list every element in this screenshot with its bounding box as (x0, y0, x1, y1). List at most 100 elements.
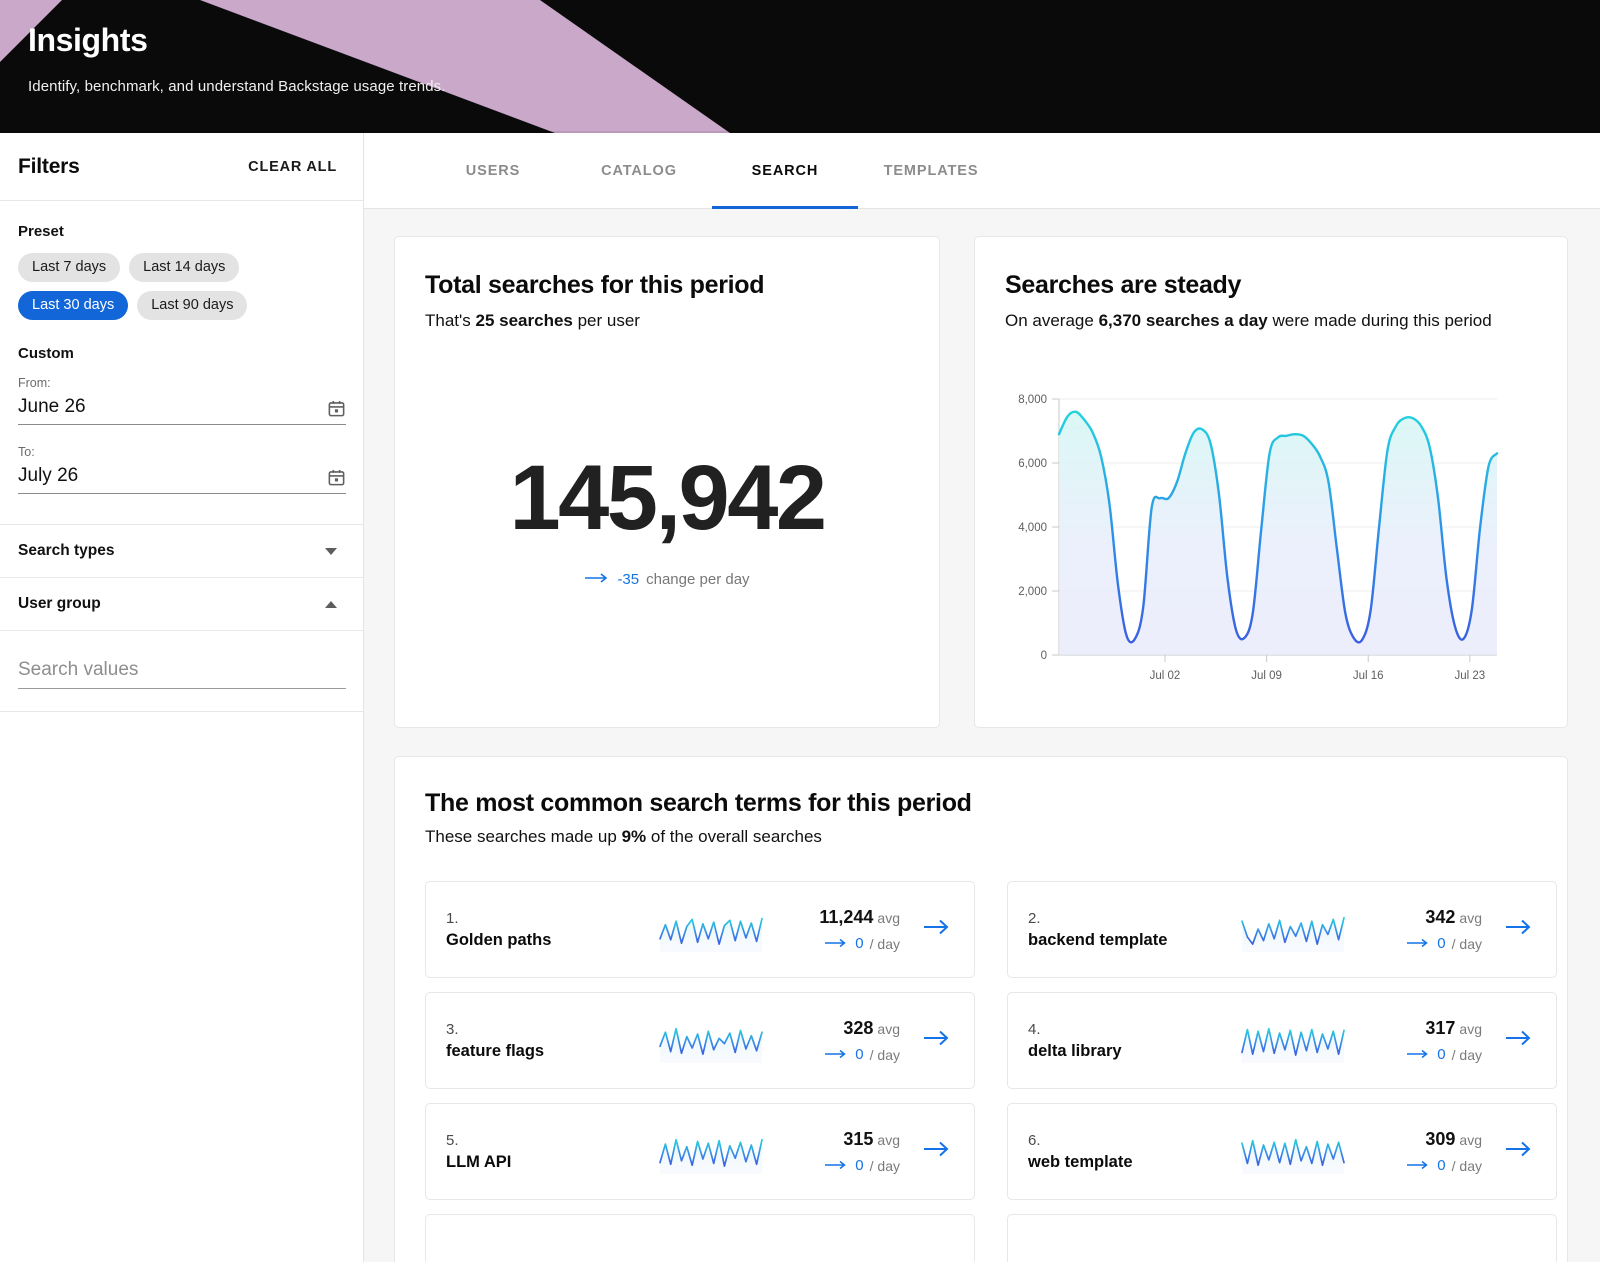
line-chart-svg: 02,0004,0006,0008,000Jul 02Jul 09Jul 16J… (1003, 387, 1503, 697)
term-avg-row: 315avg (782, 1129, 900, 1150)
term-avg-row: 317avg (1364, 1018, 1482, 1039)
term-per-day-value: 0 (855, 935, 863, 952)
search-term-card[interactable]: 4.delta library 317avg 0 / day (1007, 992, 1557, 1089)
arrow-right-icon[interactable] (1504, 1138, 1534, 1165)
search-term-card[interactable]: 6.web template309avg0/ day (1007, 1103, 1557, 1200)
term-per-day-unit: / day (1452, 1047, 1482, 1063)
term-per-day-unit: / day (870, 1047, 900, 1063)
term-per-day-unit: / day (870, 936, 900, 952)
term-per-day-value: 0 (1437, 1157, 1445, 1174)
tab-bar: USERS CATALOG SEARCH TEMPLATES (364, 133, 1600, 209)
svg-text:Jul 16: Jul 16 (1353, 670, 1384, 682)
trend-sub-bold: 6,370 searches a day (1099, 311, 1268, 330)
preset-chip-14[interactable]: Last 14 days (129, 253, 239, 282)
date-from-field[interactable]: From: June 26 (18, 376, 346, 425)
arrow-right-icon (825, 1157, 849, 1175)
term-label-block: 4.delta library (1028, 1021, 1238, 1061)
arrow-right-icon (584, 571, 610, 588)
term-label-block: 2.backend template (1028, 910, 1238, 950)
term-stats: 309avg0/ day (1364, 1129, 1482, 1175)
date-to-field[interactable]: To: July 26 (18, 445, 346, 494)
arrow-right-icon (1407, 935, 1431, 953)
term-stats: 315avg 0/ day (782, 1129, 900, 1175)
term-per-day-value: 0 (1437, 935, 1445, 952)
chevron-down-icon[interactable] (325, 548, 337, 555)
term-per-day-row: 0 / day (1364, 1046, 1482, 1064)
chevron-up-icon[interactable] (325, 601, 337, 608)
search-values-input[interactable] (18, 659, 346, 689)
preset-chip-7[interactable]: Last 7 days (18, 253, 120, 282)
terms-sub-bold: 9% (622, 827, 647, 846)
terms-subtitle: These searches made up 9% of the overall… (425, 827, 1537, 847)
date-from-label: From: (18, 376, 346, 390)
term-sparkline (656, 1015, 766, 1067)
accordion-search-types[interactable]: Search types (0, 525, 363, 578)
term-name: LLM API (446, 1153, 656, 1172)
term-per-day-value: 0 (855, 1046, 863, 1063)
page-title: Insights (28, 22, 446, 59)
arrow-right-icon[interactable] (922, 916, 952, 943)
term-rank: 3. (446, 1021, 656, 1038)
term-stats: 342avg0/ day (1364, 907, 1482, 953)
arrow-right-icon (1407, 1157, 1431, 1175)
term-per-day-row: 0 / day (782, 1046, 900, 1064)
arrow-right-icon[interactable] (922, 1138, 952, 1165)
accordion-user-group-label: User group (18, 595, 101, 613)
change-label: change per day (646, 571, 749, 588)
term-name: backend template (1028, 931, 1238, 950)
search-term-card[interactable]: 3. feature flags 328avg 0 / day (425, 992, 975, 1089)
svg-text:6,000: 6,000 (1018, 458, 1047, 470)
filters-sidebar: Filters CLEAR ALL Preset Last 7 days Las… (0, 133, 364, 1262)
term-per-day-unit: / day (1452, 1158, 1482, 1174)
svg-text:8,000: 8,000 (1018, 394, 1047, 406)
term-avg-unit: avg (1459, 1132, 1482, 1148)
search-term-card[interactable]: 5. LLM API 315avg 0/ day (425, 1103, 975, 1200)
term-avg-value: 315 (843, 1129, 873, 1149)
arrow-right-icon[interactable] (1504, 916, 1534, 943)
term-sparkline (1238, 904, 1348, 956)
filters-title: Filters (18, 155, 80, 179)
svg-text:Jul 23: Jul 23 (1455, 670, 1486, 682)
clear-all-button[interactable]: CLEAR ALL (248, 159, 337, 175)
date-to-value[interactable]: July 26 (18, 465, 78, 487)
arrow-right-icon[interactable] (922, 1027, 952, 1054)
term-name: feature flags (446, 1042, 656, 1061)
top-card-row: Total searches for this period That's 25… (394, 236, 1568, 728)
search-term-card[interactable]: 2.backend template 342avg0/ day (1007, 881, 1557, 978)
tab-catalog[interactable]: CATALOG (566, 133, 712, 209)
term-label-block: 6.web template (1028, 1132, 1238, 1172)
preset-chip-group: Last 7 days Last 14 days Last 30 days La… (18, 253, 318, 320)
total-searches-subtitle: That's 25 searches per user (425, 309, 909, 334)
preset-chip-90[interactable]: Last 90 days (137, 291, 247, 320)
search-term-card[interactable] (1007, 1214, 1557, 1262)
date-filter-section: Preset Last 7 days Last 14 days Last 30 … (0, 201, 363, 525)
svg-text:Jul 02: Jul 02 (1150, 670, 1181, 682)
search-term-card[interactable] (425, 1214, 975, 1262)
preset-chip-30[interactable]: Last 30 days (18, 291, 128, 320)
term-avg-row: 328avg (782, 1018, 900, 1039)
calendar-icon[interactable] (327, 399, 346, 418)
tab-templates[interactable]: TEMPLATES (858, 133, 1004, 209)
tab-users[interactable]: USERS (420, 133, 566, 209)
term-rank: 6. (1028, 1132, 1238, 1149)
calendar-icon[interactable] (327, 468, 346, 487)
term-rank: 4. (1028, 1021, 1238, 1038)
search-term-card[interactable]: 1.Golden paths11,244avg0/ day (425, 881, 975, 978)
term-avg-row: 11,244avg (782, 907, 900, 928)
total-sub-suffix: per user (573, 311, 640, 330)
term-per-day-row: 0/ day (782, 1157, 900, 1175)
searches-trend-card: Searches are steady On average 6,370 sea… (974, 236, 1568, 728)
date-from-value[interactable]: June 26 (18, 396, 86, 418)
filters-header: Filters CLEAR ALL (0, 133, 363, 201)
term-rank: 5. (446, 1132, 656, 1149)
trend-subtitle: On average 6,370 searches a day were mad… (1005, 309, 1537, 334)
term-stats: 11,244avg 0 / day (782, 907, 900, 953)
term-avg-value: 317 (1425, 1018, 1455, 1038)
term-per-day-value: 0 (1437, 1046, 1445, 1063)
arrow-right-icon[interactable] (1504, 1027, 1534, 1054)
tab-search[interactable]: SEARCH (712, 133, 858, 209)
term-avg-value: 11,244 (819, 907, 873, 927)
total-searches-value: 145,942 (425, 446, 909, 551)
accordion-user-group[interactable]: User group (0, 578, 363, 631)
dashboard-content: Total searches for this period That's 25… (364, 209, 1600, 1262)
